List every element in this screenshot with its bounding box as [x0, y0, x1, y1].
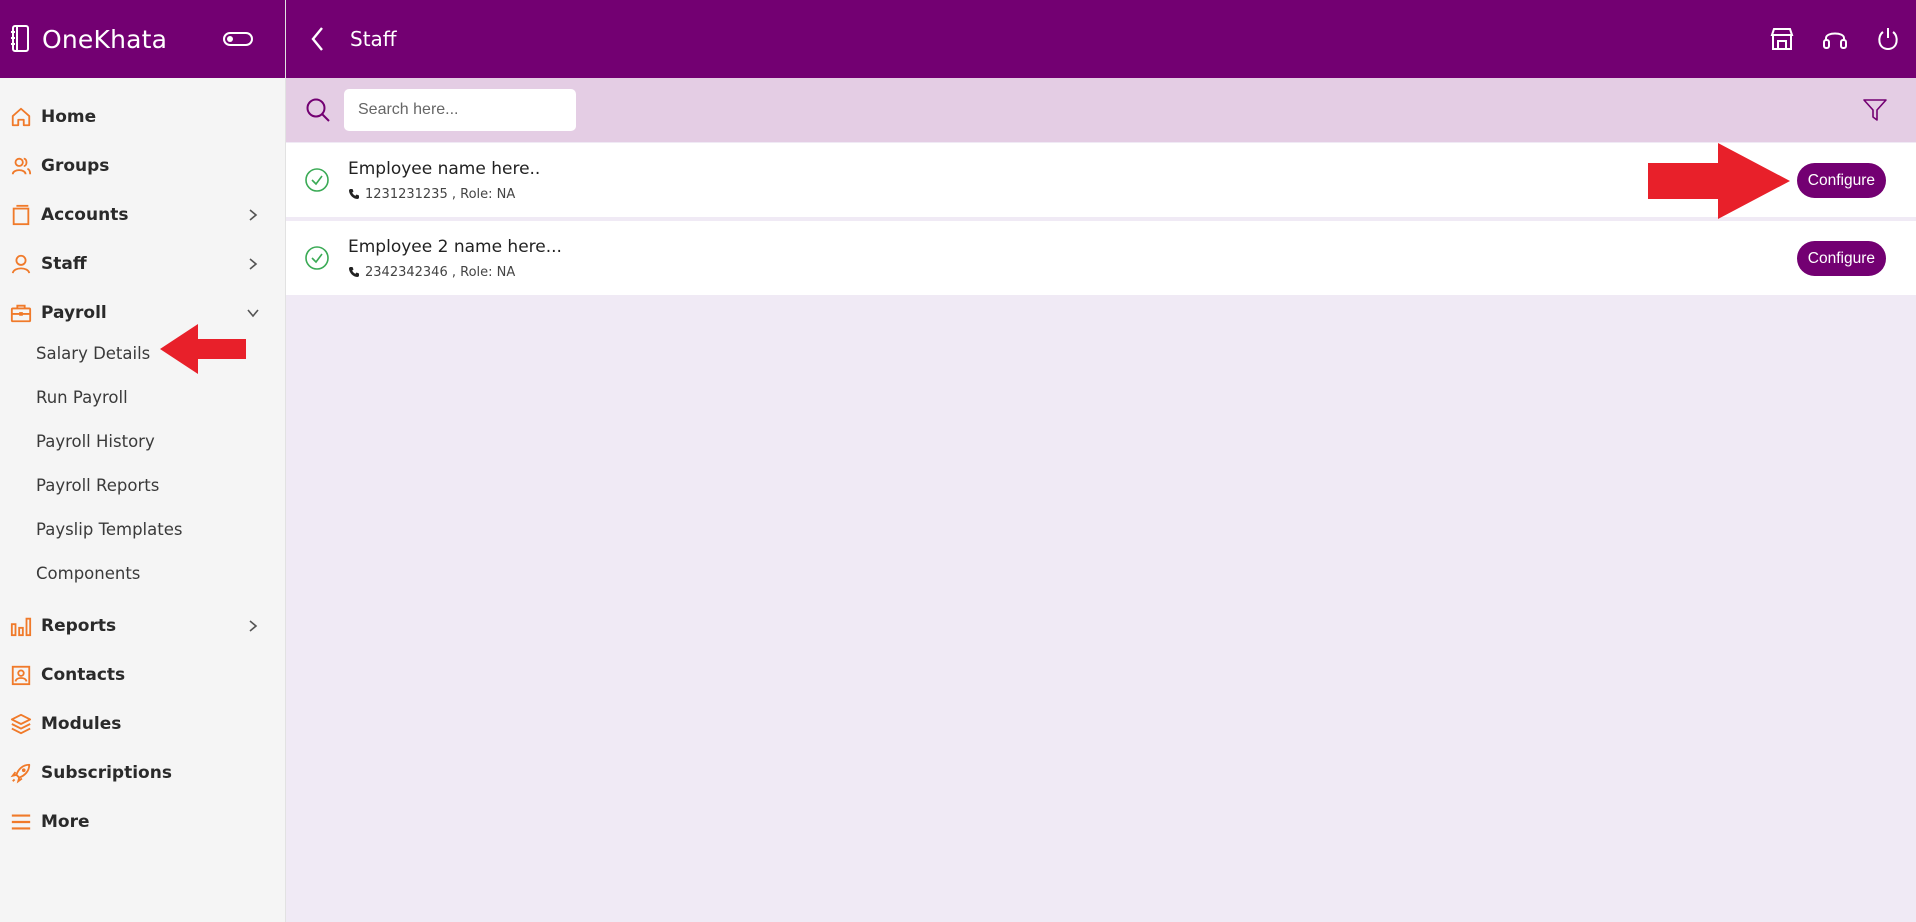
menu-icon	[10, 811, 32, 833]
sidebar-item-label: Reports	[41, 615, 117, 636]
employee-role: , Role: NA	[451, 186, 516, 202]
sidebar-nav: Home Groups Accounts Staff Payroll Salar…	[0, 78, 285, 846]
annotation-arrow-right	[1648, 143, 1790, 219]
sidebar-item-groups[interactable]: Groups	[0, 141, 285, 190]
sidebar-item-label: Modules	[41, 713, 122, 734]
employee-phone: 2342342346	[365, 264, 448, 280]
annotation-arrow-left	[160, 324, 246, 374]
accounts-icon	[10, 204, 32, 226]
subscriptions-icon	[10, 762, 32, 784]
sidebar-item-label: Groups	[41, 155, 110, 176]
check-circle-icon	[305, 168, 329, 192]
employee-info: Employee name here.. 1231231235 , Role: …	[348, 159, 540, 202]
chevron-right-icon	[249, 208, 258, 221]
sidebar-item-label: More	[41, 811, 90, 832]
sidebar: OneKhata Home Groups Accounts Staff Payr…	[0, 0, 286, 922]
phone-icon	[349, 189, 359, 199]
app-name: OneKhata	[42, 24, 168, 54]
configure-button[interactable]: Configure	[1796, 241, 1886, 276]
employee-meta: 1231231235 , Role: NA	[348, 187, 540, 202]
sidebar-item-home[interactable]: Home	[0, 92, 285, 141]
home-icon	[10, 106, 32, 128]
theme-toggle[interactable]	[223, 32, 253, 46]
page-title: Staff	[350, 27, 397, 51]
employee-name: Employee name here..	[348, 158, 541, 179]
submenu-payroll-reports[interactable]: Payroll Reports	[0, 463, 285, 507]
sidebar-item-label: Accounts	[41, 204, 129, 225]
check-circle-icon	[305, 246, 329, 270]
submenu-payslip-templates[interactable]: Payslip Templates	[0, 507, 285, 551]
filter-icon[interactable]	[1862, 97, 1888, 123]
submenu-run-payroll[interactable]: Run Payroll	[0, 375, 285, 419]
brand-bar: OneKhata	[0, 0, 285, 78]
sidebar-item-more[interactable]: More	[0, 797, 285, 846]
search-icon[interactable]	[304, 96, 332, 124]
submenu-components[interactable]: Components	[0, 551, 285, 595]
sidebar-item-staff[interactable]: Staff	[0, 239, 285, 288]
power-icon[interactable]	[1874, 25, 1902, 53]
store-icon[interactable]	[1768, 25, 1796, 53]
sidebar-item-label: Payroll	[41, 302, 107, 323]
phone-icon	[349, 267, 359, 277]
list-item[interactable]: Employee 2 name here... 2342342346 , Rol…	[286, 221, 1916, 295]
employee-role: , Role: NA	[451, 264, 516, 280]
payroll-icon	[10, 302, 32, 324]
employee-info: Employee 2 name here... 2342342346 , Rol…	[348, 237, 562, 280]
submenu-payroll-history[interactable]: Payroll History	[0, 419, 285, 463]
sidebar-item-label: Subscriptions	[41, 762, 172, 783]
sidebar-item-label: Home	[41, 106, 97, 127]
sidebar-item-modules[interactable]: Modules	[0, 699, 285, 748]
employee-meta: 2342342346 , Role: NA	[348, 265, 562, 280]
sidebar-item-reports[interactable]: Reports	[0, 601, 285, 650]
employee-phone: 1231231235	[365, 186, 448, 202]
reports-icon	[10, 615, 32, 637]
chevron-right-icon	[249, 619, 258, 632]
sidebar-item-contacts[interactable]: Contacts	[0, 650, 285, 699]
groups-icon	[10, 155, 32, 177]
sidebar-item-label: Staff	[41, 253, 87, 274]
employee-name: Employee 2 name here...	[348, 236, 562, 257]
chevron-right-icon	[249, 257, 258, 270]
modules-icon	[10, 713, 32, 735]
top-bar: Staff	[286, 0, 1916, 78]
headset-icon[interactable]	[1821, 25, 1849, 53]
sidebar-item-label: Contacts	[41, 664, 126, 685]
chevron-down-icon	[247, 308, 259, 317]
back-arrow-icon[interactable]	[308, 25, 328, 53]
staff-icon	[10, 253, 32, 275]
sidebar-item-accounts[interactable]: Accounts	[0, 190, 285, 239]
search-bar	[286, 78, 1916, 142]
configure-button[interactable]: Configure	[1796, 163, 1886, 198]
header-actions	[1743, 25, 1902, 53]
search-input[interactable]	[344, 89, 576, 131]
sidebar-item-subscriptions[interactable]: Subscriptions	[0, 748, 285, 797]
notebook-logo-icon	[11, 25, 29, 52]
contacts-icon	[10, 664, 32, 686]
